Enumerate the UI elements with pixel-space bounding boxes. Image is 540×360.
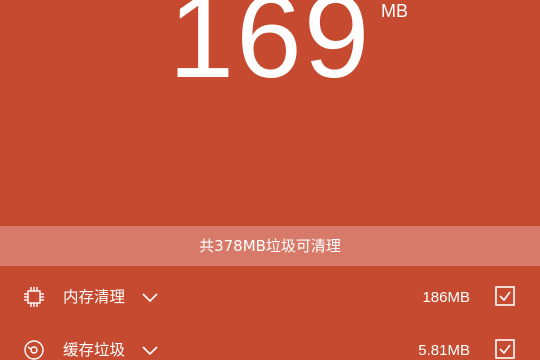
memory-cleanup-label: 内存清理 <box>63 288 126 306</box>
cache-junk-size: 5.81MB <box>418 342 470 359</box>
cache-icon <box>22 338 46 360</box>
cache-junk-label: 缓存垃圾 <box>63 341 126 359</box>
junk-size-value: 169 <box>168 0 372 103</box>
junk-size-unit: MB <box>381 1 408 21</box>
chip-icon <box>22 285 46 309</box>
memory-cleanup-checkbox[interactable] <box>495 286 515 306</box>
list-item-memory-cleanup[interactable]: 内存清理 186MB <box>0 277 540 317</box>
chevron-down-icon[interactable] <box>141 289 159 303</box>
summary-banner: 共378MB垃圾可清理 <box>0 226 540 266</box>
list-item-cache-junk[interactable]: 缓存垃圾 5.81MB <box>0 330 540 360</box>
chevron-down-icon[interactable] <box>141 342 159 356</box>
memory-cleanup-size: 186MB <box>422 289 470 306</box>
summary-text: 共378MB垃圾可清理 <box>199 237 341 255</box>
junk-cleaner-screen: 169 MB 共378MB垃圾可清理 内存清理 186MB 缓存垃圾 5.81M… <box>0 0 540 360</box>
cache-junk-checkbox[interactable] <box>495 339 515 359</box>
